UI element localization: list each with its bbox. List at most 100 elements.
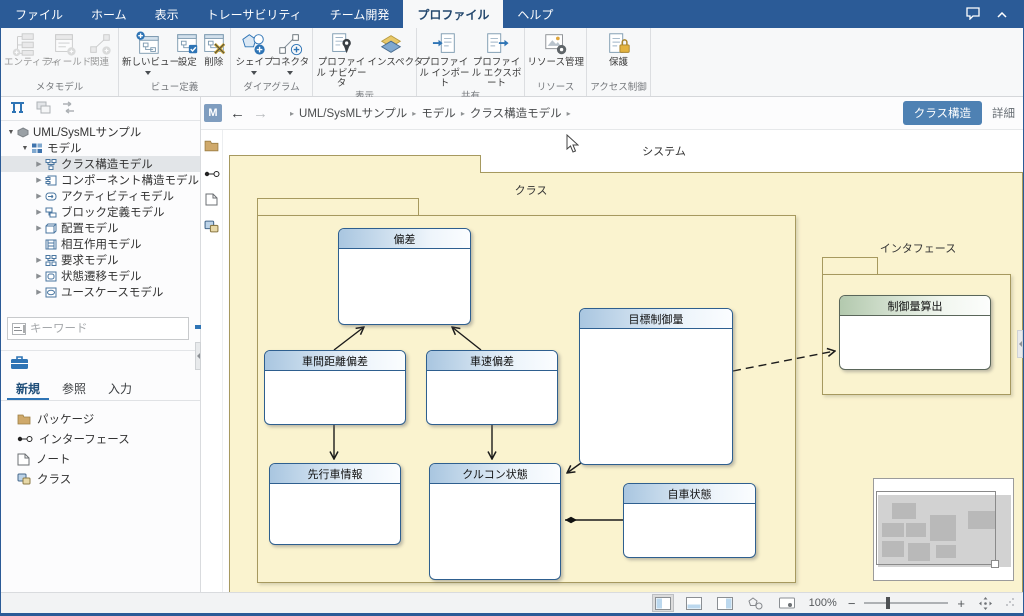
user-avatar[interactable]: M — [204, 104, 222, 122]
layout-left-panel-toggle[interactable] — [652, 594, 674, 612]
package-tab-class[interactable] — [257, 198, 419, 216]
inspector-button[interactable]: インスペクタ — [368, 29, 414, 69]
feedback-comment-icon[interactable] — [965, 6, 981, 23]
dropdown-arrow-icon — [145, 71, 151, 75]
tree-expander-icon[interactable]: ▶ — [34, 176, 44, 184]
layout-bottom-panel-toggle[interactable] — [683, 594, 705, 612]
menu-tab-team[interactable]: チーム開発 — [316, 0, 404, 28]
back-button[interactable]: ← — [230, 105, 245, 122]
class-node-cruise-state[interactable]: クルコン状態 — [429, 463, 561, 580]
tree-item-usecase-model[interactable]: ▶ ユースケースモデル — [1, 284, 200, 299]
menu-tab-profile[interactable]: プロファイル — [403, 0, 503, 28]
shapes-view-icon[interactable] — [745, 594, 767, 612]
interface-node-control-calculation[interactable]: 制御量算出 — [839, 295, 991, 370]
breadcrumb-segment[interactable]: モデル — [421, 105, 456, 121]
panel-collapse-handle-left[interactable] — [195, 342, 201, 370]
zoom-in-button[interactable]: + — [957, 596, 965, 611]
class-node-deviation[interactable]: 偏差 — [338, 228, 471, 325]
tree-expander-icon[interactable]: ▶ — [34, 256, 44, 264]
zoom-out-button[interactable]: − — [848, 596, 856, 611]
view-settings-button[interactable]: 設定 — [174, 29, 201, 69]
tree-item-block-definition-model[interactable]: ▶ ブロック定義モデル — [1, 204, 200, 220]
shape-button[interactable]: シェイプ — [236, 29, 272, 75]
class-node-gap-deviation[interactable]: 車間距離偏差 — [264, 350, 406, 425]
breadcrumb-segment[interactable]: UML/SysMLサンプル — [299, 105, 407, 121]
relation-button[interactable]: 関連 — [84, 29, 115, 69]
menu-tab-view[interactable]: 表示 — [141, 0, 193, 28]
breadcrumb-segment[interactable]: クラス構造モデル — [470, 105, 562, 121]
new-view-button[interactable]: 新しいビュー — [122, 29, 174, 75]
tree-item-deployment-model[interactable]: ▶ 配置モデル — [1, 220, 200, 236]
interface-icon — [17, 434, 33, 444]
class-node-own-vehicle-state[interactable]: 自車状態 — [623, 483, 756, 558]
minimap-resize-handle[interactable] — [991, 560, 999, 568]
menu-tab-traceability[interactable]: トレーサビリティ — [193, 0, 316, 28]
resize-grip[interactable] — [1005, 594, 1015, 612]
palette-item-package[interactable]: パッケージ — [5, 409, 196, 429]
tree-expander-icon[interactable]: ▶ — [34, 192, 44, 200]
delete-view-button[interactable]: 削除 — [201, 29, 228, 69]
stamp-package-icon[interactable] — [204, 139, 219, 157]
trace-tree-icon[interactable] — [61, 101, 76, 117]
stamp-note-icon[interactable] — [205, 193, 218, 211]
tree-expander-icon[interactable]: ▶ — [34, 160, 44, 168]
tree-item-requirement-model[interactable]: ▶ 要求モデル — [1, 252, 200, 268]
protect-button[interactable]: 保護 — [601, 29, 637, 69]
tree-expander-icon[interactable]: ▶ — [34, 208, 44, 216]
field-button[interactable]: フィールド — [44, 29, 84, 69]
tree-item-state-transition-model[interactable]: ▶ 状態遷移モデル — [1, 268, 200, 284]
tree-item-activity-model[interactable]: ▶ アクティビティモデル — [1, 188, 200, 204]
zoom-slider[interactable] — [864, 602, 948, 604]
tree-expander-icon[interactable]: ▶ — [34, 224, 44, 232]
tree-item-interaction-model[interactable]: 相互作用モデル — [1, 236, 200, 252]
profile-export-button[interactable]: プロファイル エクスポート — [471, 29, 523, 90]
resource-management-button[interactable]: リソース管理 — [528, 29, 584, 69]
minimap-panel[interactable] — [873, 478, 1014, 581]
presentation-monitor-icon[interactable] — [776, 594, 798, 612]
pan-tool-icon[interactable] — [974, 594, 996, 612]
minimap-viewport[interactable] — [876, 491, 996, 565]
tree-expander-icon[interactable]: ▼ — [6, 129, 16, 136]
connector-button[interactable]: コネクタ — [272, 29, 308, 75]
tree-expander-icon[interactable]: ▶ — [34, 288, 44, 296]
tree-expander-icon[interactable]: ▼ — [20, 145, 30, 152]
package-tab-system[interactable] — [229, 155, 481, 173]
menu-tab-help[interactable]: ヘルプ — [503, 0, 567, 28]
keyword-search-input[interactable] — [30, 323, 184, 335]
stamp-class-icon[interactable] — [204, 220, 219, 238]
panel-collapse-handle-right[interactable] — [1017, 330, 1023, 358]
package-tab-interface[interactable] — [822, 257, 878, 275]
search-box — [7, 317, 189, 340]
mouse-cursor — [566, 134, 579, 153]
tree-item-component-structure-model[interactable]: ▶ コンポーネント構造モデル — [1, 172, 200, 188]
ribbon-group-display: プロファイル ナビゲータ インスペクタ 表示 — [313, 28, 417, 96]
tree-item-project[interactable]: ▼ UML/SysMLサンプル — [1, 124, 200, 140]
palette-tab-new[interactable]: 新規 — [7, 377, 49, 400]
class-node-lead-vehicle-info[interactable]: 先行車情報 — [269, 463, 401, 545]
palette-item-class[interactable]: クラス — [5, 469, 196, 489]
tree-item-model[interactable]: ▼ モデル — [1, 140, 200, 156]
diagram-canvas[interactable]: システム クラス インタフェース — [223, 130, 1023, 592]
collapse-ribbon-chevron-up-icon[interactable] — [997, 7, 1007, 21]
palette-tab-input[interactable]: 入力 — [99, 377, 141, 400]
profile-import-button[interactable]: プロファイル インポート — [419, 29, 471, 90]
menu-tab-home[interactable]: ホーム — [77, 0, 141, 28]
entity-button[interactable]: エンティティ — [4, 29, 44, 69]
palette-item-interface[interactable]: インターフェース — [5, 429, 196, 449]
class-node-speed-deviation[interactable]: 車速偏差 — [426, 350, 558, 425]
zoom-slider-handle[interactable] — [886, 597, 890, 609]
view-button-detail[interactable]: 詳細 — [992, 105, 1015, 121]
view-tree-icon[interactable] — [36, 101, 51, 117]
stamp-interface-icon[interactable] — [204, 166, 220, 184]
palette-item-note[interactable]: ノート — [5, 449, 196, 469]
layout-right-panel-toggle[interactable] — [714, 594, 736, 612]
class-node-target-control[interactable]: 目標制御量 — [579, 308, 733, 465]
profile-navigator-button[interactable]: プロファイル ナビゲータ — [316, 29, 368, 90]
tree-item-class-structure-model[interactable]: ▶ クラス構造モデル — [1, 156, 200, 172]
model-tree-icon[interactable] — [9, 101, 26, 117]
tree-expander-icon[interactable]: ▶ — [34, 272, 44, 280]
forward-button[interactable]: → — [253, 105, 268, 122]
palette-tab-reference[interactable]: 参照 — [53, 377, 95, 400]
view-button-class-structure[interactable]: クラス構造 — [903, 101, 982, 125]
menu-tab-file[interactable]: ファイル — [1, 0, 77, 28]
